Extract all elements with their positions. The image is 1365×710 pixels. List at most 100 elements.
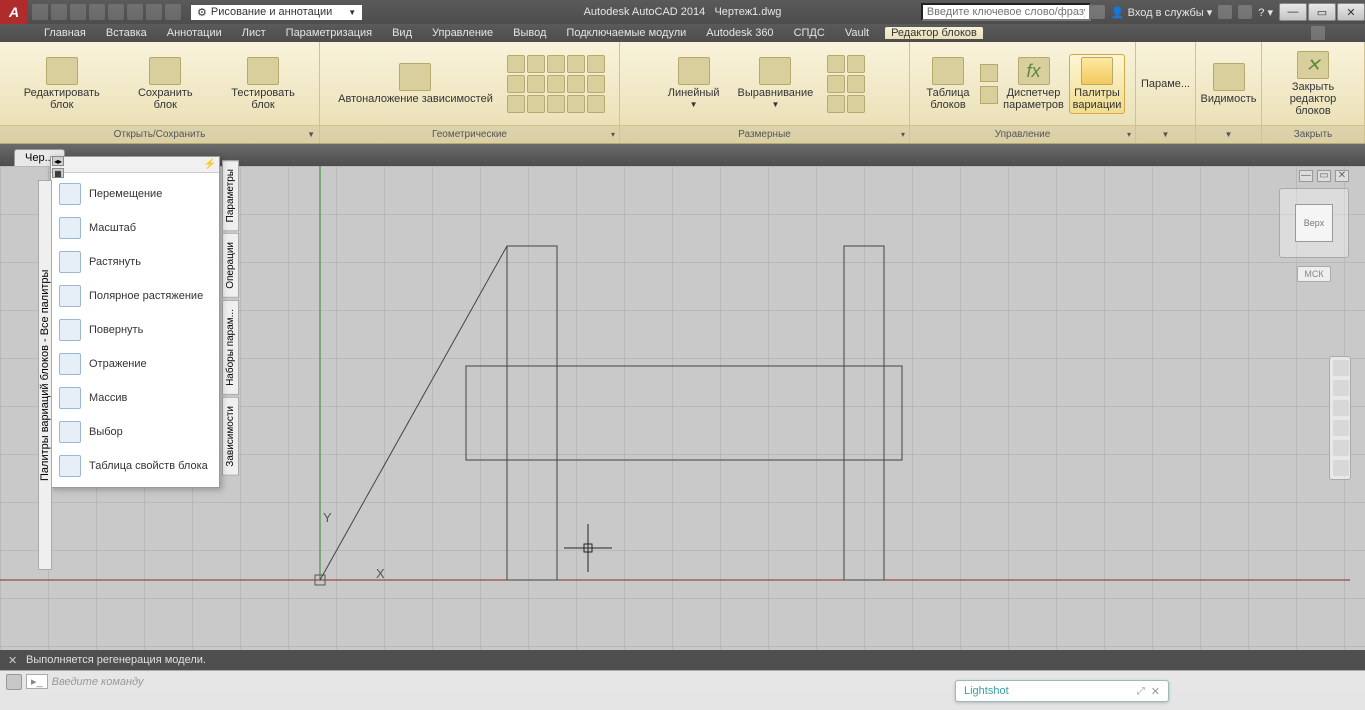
nav-pan-icon[interactable] (1333, 380, 1349, 396)
align-button[interactable]: Выравнивание▼ (734, 55, 818, 113)
tab-layout[interactable]: Лист (238, 27, 270, 39)
test-block-button[interactable]: Тестировать блок (217, 55, 309, 113)
cmd-close-icon[interactable]: ✕ (8, 654, 17, 667)
side-tab-parameters[interactable]: Параметры (222, 160, 239, 231)
cmd-prompt-icon: ▸_ (26, 674, 48, 689)
viewport-window-controls: — ▭ ✕ (1299, 170, 1349, 182)
tab-block-editor[interactable]: Редактор блоков (885, 27, 983, 39)
gear-icon: ⚙ (197, 6, 207, 19)
nav-orbit-icon[interactable] (1333, 420, 1349, 436)
qat-new-icon[interactable] (32, 4, 48, 20)
exchange-icon[interactable] (1218, 5, 1232, 19)
parameters-dropdown[interactable]: Параме... (1141, 78, 1190, 90)
tab-spds[interactable]: СПДС (790, 27, 829, 39)
tab-home[interactable]: Главная (40, 27, 90, 39)
tab-vault[interactable]: Vault (841, 27, 873, 39)
qat-saveas-icon[interactable] (89, 4, 105, 20)
vp-minimize-icon[interactable]: — (1299, 170, 1313, 182)
qat-undo-icon[interactable] (146, 4, 162, 20)
palette-item-scale[interactable]: Масштаб (51, 211, 219, 245)
edit-block-button[interactable]: Редактировать блок (10, 55, 114, 113)
palette-item-lookup[interactable]: Выбор (51, 415, 219, 449)
panel-title-close: Закрыть (1262, 125, 1364, 143)
nav-zoom-icon[interactable] (1333, 400, 1349, 416)
tab-manage[interactable]: Управление (428, 27, 497, 39)
lightshot-toast[interactable]: Lightshot ⤢ ✕ (955, 680, 1169, 702)
tab-plugins[interactable]: Подключаемые модули (562, 27, 690, 39)
palette-item-flip[interactable]: Отражение (51, 347, 219, 381)
help-dropdown-icon[interactable]: ? ▾ (1258, 6, 1273, 19)
pin-icon[interactable]: ⤢ (1137, 686, 1145, 697)
param-manager-button[interactable]: fxДиспетчер параметров (1002, 55, 1065, 113)
nav-extra-icon[interactable] (1333, 460, 1349, 476)
test-block-icon (247, 57, 279, 85)
side-tab-param-sets[interactable]: Наборы парам... (222, 300, 239, 395)
cmd-tool-icon[interactable] (6, 674, 22, 690)
mgmt-small-2[interactable] (980, 86, 998, 104)
vp-restore-icon[interactable]: ▭ (1317, 170, 1331, 182)
palette-item-polar-stretch[interactable]: Полярное растяжение (51, 279, 219, 313)
authoring-palettes-button[interactable]: Палитры вариации (1069, 54, 1125, 114)
tab-output[interactable]: Вывод (509, 27, 550, 39)
qat-save-icon[interactable] (70, 4, 86, 20)
palette-menu-icon[interactable]: ⚡ (204, 159, 216, 170)
tab-parametric[interactable]: Параметризация (282, 27, 376, 39)
titlebar: A ⚙ Рисование и аннотации ▼ Autodesk Aut… (0, 0, 1365, 24)
viewcube[interactable]: Верх (1279, 188, 1349, 258)
palette-item-rotate[interactable]: Повернуть (51, 313, 219, 347)
rotate-icon (59, 319, 81, 341)
polar-stretch-icon (59, 285, 81, 307)
tab-insert[interactable]: Вставка (102, 27, 151, 39)
app-logo[interactable]: A (0, 0, 28, 24)
signin-button[interactable]: 👤 Вход в службы ▾ (1111, 6, 1212, 19)
palette-item-move[interactable]: Перемещение (51, 177, 219, 211)
vp-close-icon[interactable]: ✕ (1335, 170, 1349, 182)
palette-item-array[interactable]: Массив (51, 381, 219, 415)
side-tab-actions[interactable]: Операции (222, 233, 239, 298)
search-input[interactable] (921, 3, 1091, 21)
palette-item-block-props-table[interactable]: Таблица свойств блока (51, 449, 219, 483)
infocenter-icon[interactable] (1091, 5, 1105, 19)
help-icon[interactable] (1238, 5, 1252, 19)
dimensional-extra[interactable] (827, 55, 865, 113)
auto-constrain-button[interactable]: Автоналожение зависимостей (334, 61, 497, 107)
save-block-button[interactable]: Сохранить блок (124, 55, 208, 113)
ucs-label[interactable]: МСК (1297, 266, 1330, 282)
palette-item-stretch[interactable]: Растянуть (51, 245, 219, 279)
maximize-button[interactable]: ▭ (1308, 3, 1336, 21)
side-tab-constraints[interactable]: Зависимости (222, 397, 239, 476)
panel-drop-2[interactable]: ▼ (1196, 125, 1261, 143)
flip-icon (59, 353, 81, 375)
panel-title-geometric[interactable]: Геометрические▾ (320, 125, 619, 143)
viewcube-face[interactable]: Верх (1295, 204, 1333, 242)
linear-button[interactable]: Линейный▼ (664, 55, 724, 113)
qat-plot-icon[interactable] (108, 4, 124, 20)
geometric-constraints-grid[interactable] (507, 55, 605, 113)
tab-a360[interactable]: Autodesk 360 (702, 27, 777, 39)
panel-title-open-save[interactable]: Открыть/Сохранить▼ (0, 125, 319, 143)
panel-drop-1[interactable]: ▼ (1136, 125, 1195, 143)
toast-close-icon[interactable]: ✕ (1151, 685, 1160, 698)
close-block-editor-button[interactable]: ✕Закрыть редактор блоков (1272, 49, 1354, 119)
workspace-selector[interactable]: ⚙ Рисование и аннотации ▼ (191, 5, 362, 20)
qat-open-icon[interactable] (51, 4, 67, 20)
qat-print-icon[interactable] (127, 4, 143, 20)
nav-showmotion-icon[interactable] (1333, 440, 1349, 456)
window-title: Autodesk AutoCAD 2014 Чертеж1.dwg (584, 6, 782, 18)
panel-title-dimensional[interactable]: Размерные▾ (620, 125, 909, 143)
palette-title-bar[interactable]: Палитры вариаций блоков - Все палитры (38, 180, 52, 570)
minimize-button[interactable]: — (1279, 3, 1307, 21)
qat-redo-icon[interactable] (165, 4, 181, 20)
palette-dock-handle[interactable]: ◂▸▦ (52, 156, 66, 180)
block-table-button[interactable]: Таблица блоков (920, 55, 976, 113)
ribbon-toggle-icon[interactable] (1311, 26, 1325, 40)
ribbon: Редактировать блок Сохранить блок Тестир… (0, 42, 1365, 144)
nav-wheel-icon[interactable] (1333, 360, 1349, 376)
panel-title-manage[interactable]: Управление▾ (910, 125, 1135, 143)
mgmt-small-1[interactable] (980, 64, 998, 82)
visibility-button[interactable]: Видимость (1201, 61, 1257, 107)
tab-annotate[interactable]: Аннотации (163, 27, 226, 39)
move-icon (59, 183, 81, 205)
close-button[interactable]: ✕ (1337, 3, 1365, 21)
tab-view[interactable]: Вид (388, 27, 416, 39)
